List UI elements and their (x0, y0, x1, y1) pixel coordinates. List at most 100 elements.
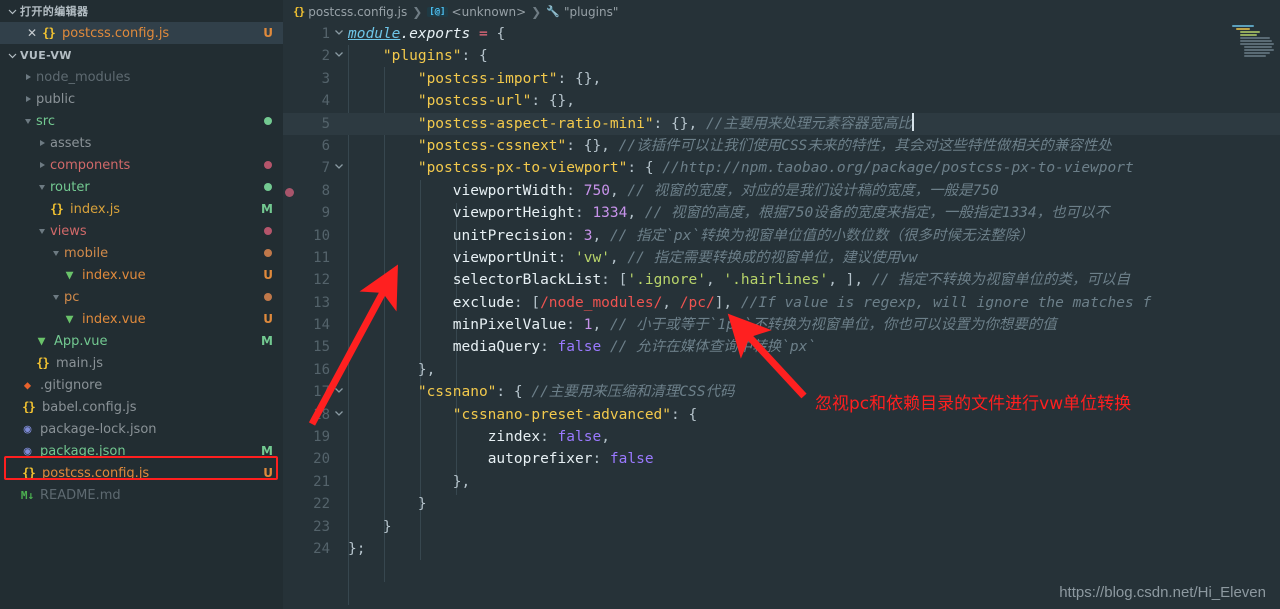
code-line-6[interactable]: 6 "postcss-cssnext": {}, //该插件可以让我们使用CSS… (283, 135, 1280, 157)
code-line-8[interactable]: 8 viewportWidth: 750, // 视窗的宽度，对应的是我们设计稿… (283, 180, 1280, 202)
folder-status-dot (264, 293, 272, 301)
tree-item-assets[interactable]: assets (0, 132, 283, 154)
code-line-16[interactable]: 16 }, (283, 359, 1280, 381)
code-content[interactable]: 1 module.exports = {2 "plugins": {3 "post… (283, 23, 1280, 609)
code-line-text: "cssnano": { //主要用来压缩和清理CSS代码 (417, 384, 735, 401)
json-file-icon: ◉ (23, 443, 32, 459)
code-line-11[interactable]: 11 viewportUnit: 'vw', // 指定需要转换成的视窗单位，建… (283, 247, 1280, 269)
tree-item-index-vue[interactable]: ▼ index.vue U (0, 264, 283, 286)
folder-expanded-icon[interactable] (34, 223, 50, 239)
tree-item-label: index.vue (82, 267, 146, 283)
chevron-down-icon[interactable] (332, 157, 346, 179)
chevron-down-icon[interactable] (4, 47, 20, 63)
code-line-19[interactable]: 19 zindex: false, (283, 426, 1280, 448)
minimap-line (1244, 55, 1266, 57)
tree-item-src[interactable]: src (0, 110, 283, 132)
open-editor-item-postcss-config[interactable]: ✕ {} postcss.config.js U (0, 22, 283, 44)
json-file-icon: ◉ (23, 421, 32, 437)
tree-item-pc[interactable]: pc (0, 286, 283, 308)
explorer-sidebar[interactable]: 打开的编辑器 ✕ {} postcss.config.js U VUE-VW n… (0, 0, 283, 609)
code-line-20[interactable]: 20 autoprefixer: false (283, 448, 1280, 470)
tree-item-node-modules[interactable]: node_modules (0, 66, 283, 88)
code-line-1[interactable]: 1 module.exports = { (283, 23, 1280, 45)
js-file-icon: {} (22, 466, 35, 480)
chevron-down-icon[interactable] (332, 381, 346, 403)
line-number: 15 (313, 339, 330, 356)
code-line-text: "postcss-cssnext": {}, //该插件可以让我们使用CSS未来… (417, 137, 1112, 154)
code-line-14[interactable]: 14 minPixelValue: 1, // 小于或等于`1px`不转换为视窗… (283, 314, 1280, 336)
code-line-3[interactable]: 3 "postcss-import": {}, (283, 68, 1280, 90)
js-file-icon: {} (36, 356, 49, 370)
tree-item-label: node_modules (36, 69, 131, 85)
code-lines[interactable]: 1 module.exports = {2 "plugins": {3 "post… (283, 23, 1280, 560)
folder-expanded-icon[interactable] (48, 245, 64, 261)
open-editors-section-header[interactable]: 打开的编辑器 (0, 0, 283, 22)
code-line-15[interactable]: 15 mediaQuery: false // 允许在媒体查询中转换`px` (283, 336, 1280, 358)
tree-item-index-js[interactable]: {} index.js M (0, 198, 283, 220)
folder-collapsed-icon[interactable] (20, 69, 36, 85)
code-line-22[interactable]: 22 } (283, 493, 1280, 515)
folder-collapsed-icon[interactable] (34, 135, 50, 151)
folder-expanded-icon[interactable] (20, 113, 36, 129)
code-line-text: "postcss-px-to-viewport": { //http://npm… (417, 160, 1134, 177)
folder-status-dot (264, 161, 272, 169)
tree-item-package-lock-json[interactable]: ◉ package-lock.json (0, 418, 283, 440)
code-editor-pane[interactable]: {} postcss.config.js ❯ [@] <unknown> ❯ 🔧… (283, 0, 1280, 609)
tree-item--gitignore[interactable]: ◆ .gitignore (0, 374, 283, 396)
chevron-down-icon[interactable] (332, 23, 346, 45)
code-line-2[interactable]: 2 "plugins": { (283, 45, 1280, 67)
code-line-7[interactable]: 7 "postcss-px-to-viewport": { //http://n… (283, 157, 1280, 179)
md-file-icon: M↓ (20, 488, 35, 502)
line-number: 9 (321, 205, 330, 222)
tree-item-label: router (50, 179, 90, 195)
chevron-down-icon[interactable] (332, 404, 346, 426)
tree-item-app-vue[interactable]: ▼ App.vue M (0, 330, 283, 352)
breadcrumb-unknown-symbol[interactable]: <unknown> (452, 5, 527, 19)
folder-collapsed-icon[interactable] (34, 157, 50, 173)
disclosure-triangle-icon (25, 118, 31, 124)
code-line-24[interactable]: 24}; (283, 538, 1280, 560)
folder-expanded-icon[interactable] (48, 289, 64, 305)
code-line-4[interactable]: 4 "postcss-url": {}, (283, 90, 1280, 112)
tree-item-postcss-config-js[interactable]: {} postcss.config.js U (0, 462, 283, 484)
chevron-down-icon[interactable] (332, 45, 346, 67)
tree-item-babel-config-js[interactable]: {} babel.config.js (0, 396, 283, 418)
code-line-text: "plugins": { (382, 48, 488, 65)
code-line-13[interactable]: 13 exclude: [/node_modules/, /pc/], //If… (283, 292, 1280, 314)
tree-item-label: .gitignore (40, 377, 103, 393)
annotation-note-text: 忽视pc和依赖目录的文件进行vw单位转换 (815, 394, 1132, 414)
code-line-21[interactable]: 21 }, (283, 471, 1280, 493)
breadcrumb-file[interactable]: postcss.config.js (308, 5, 407, 19)
project-section-header[interactable]: VUE-VW (0, 44, 283, 66)
tree-item-readme-md[interactable]: M↓ README.md (0, 484, 283, 506)
tree-item-components[interactable]: components (0, 154, 283, 176)
code-line-23[interactable]: 23 } (283, 516, 1280, 538)
line-number: 24 (313, 540, 330, 557)
tree-item-router[interactable]: router (0, 176, 283, 198)
line-number: 2 (321, 48, 330, 65)
folder-collapsed-icon[interactable] (20, 91, 36, 107)
line-number: 17 (313, 384, 330, 401)
tree-item-public[interactable]: public (0, 88, 283, 110)
folder-status-dot (264, 227, 272, 235)
folder-expanded-icon[interactable] (34, 179, 50, 195)
breadcrumb-plugins-symbol[interactable]: "plugins" (564, 5, 618, 19)
tree-item-mobile[interactable]: mobile (0, 242, 283, 264)
wrench-icon: 🔧 (546, 5, 560, 18)
tree-item-main-js[interactable]: {} main.js (0, 352, 283, 374)
close-icon[interactable]: ✕ (24, 27, 40, 39)
code-line-5[interactable]: 5 "postcss-aspect-ratio-mini": {}, //主要用… (283, 112, 1280, 135)
tree-item-package-json[interactable]: ◉ package.json M (0, 440, 283, 462)
tree-item-index-vue[interactable]: ▼ index.vue U (0, 308, 283, 330)
file-status-badge: M (261, 334, 273, 348)
minimap[interactable] (1232, 23, 1280, 609)
file-tree[interactable]: node_modulespublic src assets components rou… (0, 66, 283, 506)
chevron-down-icon[interactable] (4, 3, 20, 19)
disclosure-triangle-icon (53, 250, 59, 256)
breadcrumb[interactable]: {} postcss.config.js ❯ [@] <unknown> ❯ 🔧… (283, 0, 1280, 23)
code-line-12[interactable]: 12 selectorBlackList: ['.ignore', '.hair… (283, 269, 1280, 291)
code-line-9[interactable]: 9 viewportHeight: 1334, // 视窗的高度，根据750设备… (283, 202, 1280, 224)
tree-item-views[interactable]: views (0, 220, 283, 242)
code-line-10[interactable]: 10 unitPrecision: 3, // 指定`px`转换为视窗单位值的小… (283, 225, 1280, 247)
file-status-badge: M (261, 444, 273, 458)
